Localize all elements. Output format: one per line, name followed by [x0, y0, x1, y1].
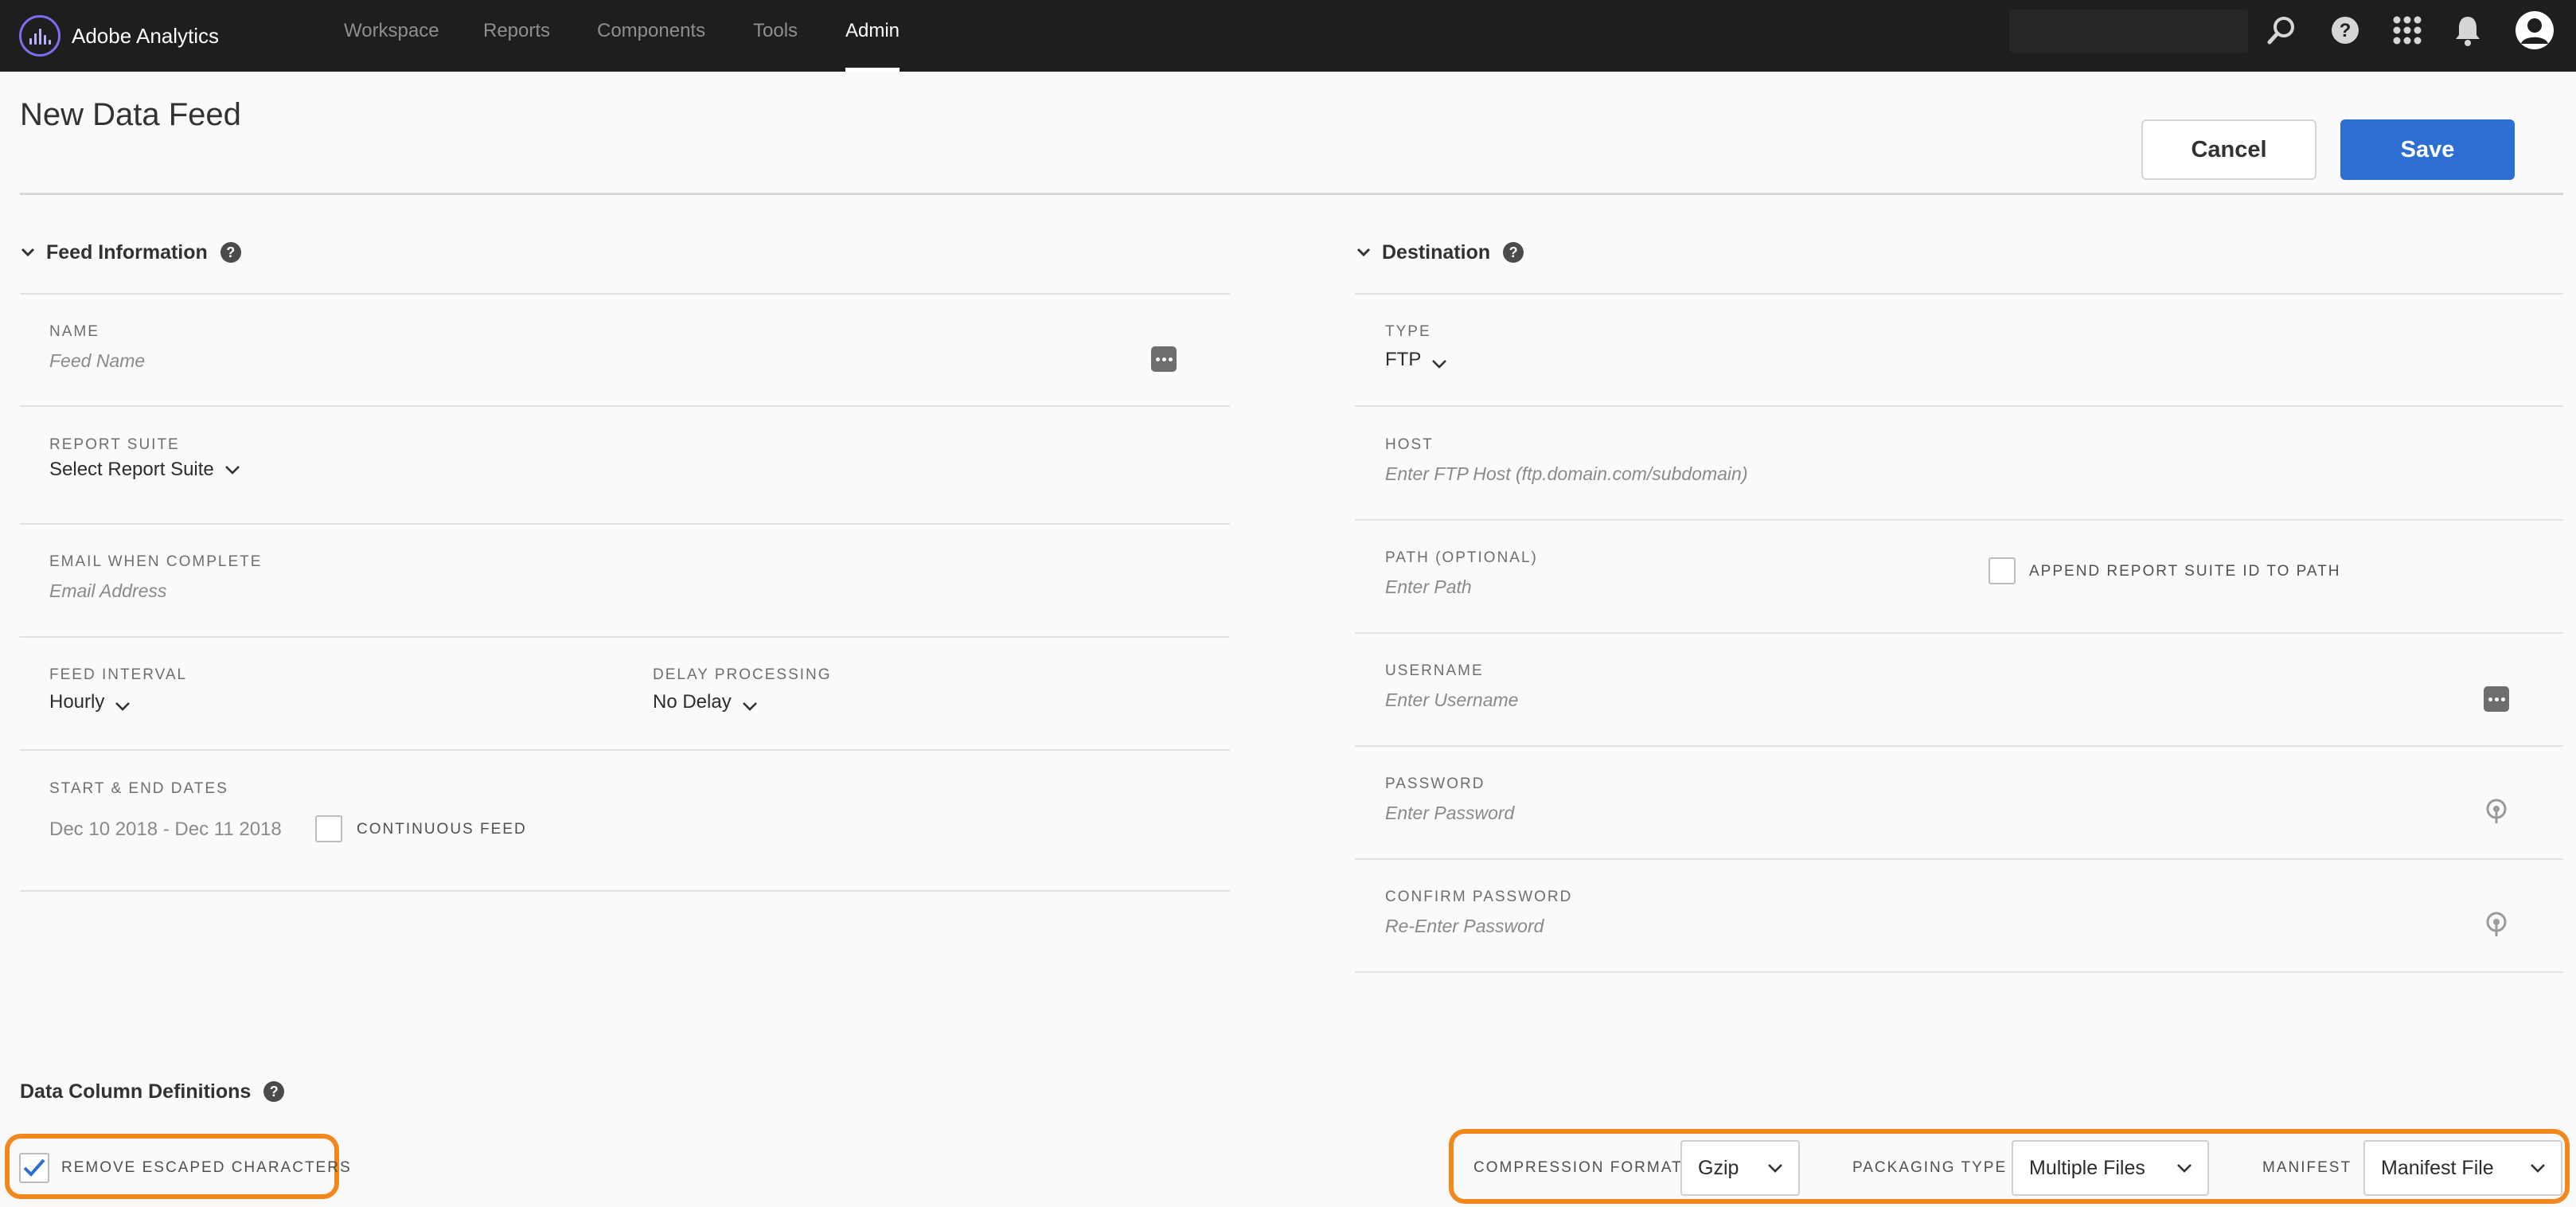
- more-options-icon[interactable]: [2484, 686, 2509, 712]
- save-button[interactable]: Save: [2340, 119, 2515, 180]
- divider: [20, 749, 1230, 751]
- apps-grid-icon[interactable]: [2390, 13, 2425, 48]
- chevron-down-icon: [1432, 360, 1447, 369]
- svg-text:?: ?: [2340, 20, 2352, 41]
- divider: [20, 293, 1230, 295]
- delay-processing-value: No Delay: [653, 691, 732, 713]
- compression-format-label: COMPRESSION FORMAT: [1473, 1159, 1683, 1176]
- divider: [1355, 632, 2563, 634]
- email-input[interactable]: [49, 577, 1124, 604]
- top-navigation-bar: Adobe Analytics Workspace Reports Compon…: [0, 0, 2576, 72]
- feed-interval-label: FEED INTERVAL: [49, 666, 188, 683]
- start-end-dates-label: START & END DATES: [49, 780, 228, 797]
- key-icon[interactable]: [2484, 911, 2509, 938]
- divider: [20, 405, 1230, 407]
- username-input[interactable]: [1385, 686, 2460, 713]
- report-suite-dropdown[interactable]: Select Report Suite: [49, 459, 241, 481]
- append-report-suite-checkbox[interactable]: [1989, 557, 2016, 584]
- feed-information-title: Feed Information: [46, 240, 208, 264]
- adobe-analytics-logo-icon: [19, 15, 60, 57]
- checkmark-icon: [23, 1158, 45, 1177]
- help-icon[interactable]: ?: [2328, 13, 2363, 48]
- global-search-input[interactable]: [2009, 10, 2248, 53]
- feed-interval-value: Hourly: [49, 691, 105, 713]
- data-column-definitions-header: Data Column Definitions ?: [20, 1076, 285, 1107]
- report-suite-label: REPORT SUITE: [49, 436, 180, 453]
- nav-tab-tools[interactable]: Tools: [753, 0, 798, 72]
- host-input[interactable]: [1385, 460, 2500, 487]
- more-options-icon[interactable]: [1151, 346, 1177, 372]
- nav-tab-admin[interactable]: Admin: [845, 0, 900, 72]
- delay-processing-label: DELAY PROCESSING: [653, 666, 832, 683]
- remove-escaped-characters-checkbox[interactable]: [19, 1153, 49, 1183]
- remove-escaped-characters-label: REMOVE ESCAPED CHARACTERS: [61, 1159, 352, 1176]
- packaging-type-value: Multiple Files: [2029, 1156, 2145, 1179]
- packaging-type-label: PACKAGING TYPE: [1852, 1159, 2008, 1176]
- nav-tab-components[interactable]: Components: [597, 0, 705, 72]
- manifest-value: Manifest File: [2381, 1156, 2494, 1179]
- bell-icon[interactable]: [2450, 13, 2485, 48]
- avatar-icon[interactable]: [2514, 10, 2555, 51]
- path-input[interactable]: [1385, 573, 1942, 600]
- password-input[interactable]: [1385, 799, 2460, 826]
- cancel-button[interactable]: Cancel: [2141, 119, 2316, 180]
- divider: [1355, 858, 2563, 860]
- confirm-password-input[interactable]: [1385, 912, 2460, 939]
- destination-type-value: FTP: [1385, 349, 1422, 370]
- brand[interactable]: Adobe Analytics: [19, 10, 219, 61]
- path-label: PATH (OPTIONAL): [1385, 549, 1538, 566]
- page-title: New Data Feed: [20, 97, 241, 132]
- chevron-down-icon: [224, 466, 240, 475]
- password-label: PASSWORD: [1385, 775, 1485, 792]
- chevron-down-icon: [1768, 1164, 1782, 1173]
- date-range-picker[interactable]: Dec 10 2018 - Dec 11 2018: [49, 818, 282, 841]
- chevron-down-icon: [742, 702, 757, 711]
- search-icon[interactable]: [2264, 13, 2299, 48]
- manifest-label: MANIFEST: [2262, 1159, 2352, 1176]
- divider: [1355, 971, 2563, 973]
- divider: [1355, 293, 2563, 295]
- feed-interval-dropdown[interactable]: Hourly: [49, 691, 131, 713]
- host-label: HOST: [1385, 436, 1434, 453]
- key-icon[interactable]: [2484, 798, 2509, 825]
- destination-header[interactable]: Destination ?: [1352, 236, 1524, 268]
- continuous-feed-checkbox[interactable]: [315, 815, 342, 842]
- divider: [1355, 745, 2563, 747]
- help-icon[interactable]: ?: [263, 1081, 285, 1102]
- compression-format-value: Gzip: [1698, 1156, 1739, 1179]
- compression-format-select[interactable]: Gzip: [1680, 1140, 1800, 1196]
- nav-tab-reports[interactable]: Reports: [483, 0, 550, 72]
- append-report-suite-label: APPEND REPORT SUITE ID TO PATH: [2029, 563, 2341, 580]
- email-label: EMAIL WHEN COMPLETE: [49, 553, 263, 570]
- destination-title: Destination: [1382, 240, 1491, 264]
- chevron-down-icon: [1356, 248, 1371, 257]
- destination-type-dropdown[interactable]: FTP: [1385, 349, 1448, 371]
- header-divider: [20, 193, 2563, 195]
- help-icon[interactable]: ?: [1503, 242, 1524, 263]
- name-label: NAME: [49, 323, 100, 340]
- divider: [20, 890, 1230, 892]
- chevron-down-icon: [2177, 1164, 2192, 1173]
- nav-tab-workspace[interactable]: Workspace: [344, 0, 439, 72]
- divider: [1355, 519, 2563, 521]
- data-column-definitions-title: Data Column Definitions: [20, 1080, 252, 1103]
- divider: [20, 523, 1230, 525]
- divider: [1355, 405, 2563, 407]
- feed-name-input[interactable]: [49, 347, 1124, 374]
- feed-information-header[interactable]: Feed Information ?: [16, 236, 241, 268]
- username-label: USERNAME: [1385, 662, 1484, 679]
- chevron-down-icon: [115, 702, 131, 711]
- continuous-feed-label: CONTINUOUS FEED: [357, 821, 527, 838]
- delay-processing-dropdown[interactable]: No Delay: [653, 691, 759, 713]
- chevron-down-icon: [21, 248, 35, 257]
- chevron-down-icon: [2531, 1164, 2545, 1173]
- manifest-select[interactable]: Manifest File: [2363, 1140, 2562, 1196]
- divider: [20, 636, 1230, 638]
- report-suite-value: Select Report Suite: [49, 459, 214, 480]
- help-icon[interactable]: ?: [220, 242, 241, 263]
- app-title: Adobe Analytics: [72, 23, 220, 48]
- type-label: TYPE: [1385, 323, 1431, 340]
- confirm-password-label: CONFIRM PASSWORD: [1385, 889, 1573, 905]
- packaging-type-select[interactable]: Multiple Files: [2012, 1140, 2209, 1196]
